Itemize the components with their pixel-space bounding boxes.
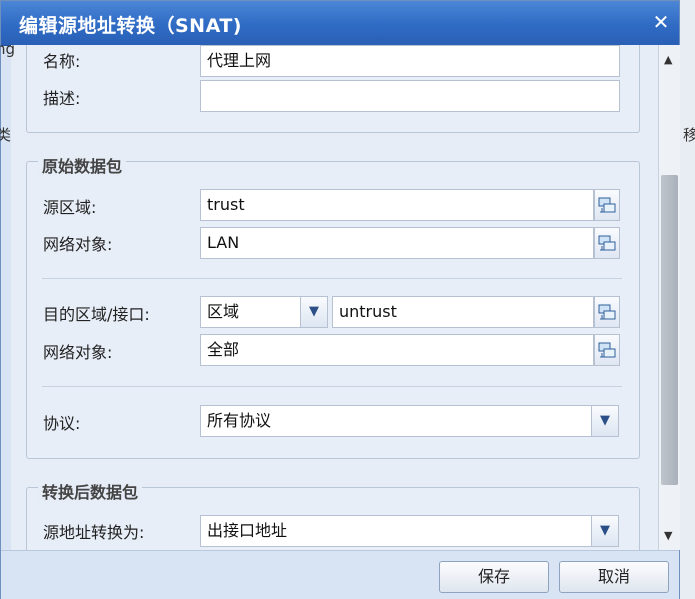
destination-type-select[interactable]: 区域 [200, 296, 302, 328]
scroll-thumb[interactable] [661, 175, 678, 485]
save-button[interactable]: 保存 [439, 561, 549, 593]
chevron-down-icon[interactable]: ▼ [300, 296, 328, 328]
cancel-button[interactable]: 取消 [559, 561, 669, 593]
chevron-down-icon[interactable]: ▼ [591, 405, 619, 437]
name-label: 名称: [43, 52, 81, 71]
description-field[interactable] [200, 80, 620, 112]
network-picker-icon [598, 197, 616, 213]
protocol-select[interactable]: 所有协议 [200, 405, 592, 437]
description-label: 描述: [43, 89, 81, 108]
source-zone-field[interactable]: trust [200, 189, 594, 221]
destination-object-label: 网络对象: [43, 343, 113, 362]
dialog-titlebar[interactable]: 编辑源地址转换（SNAT) ✕ [1, 1, 679, 46]
background-fragment: ng [0, 40, 16, 58]
source-object-label: 网络对象: [43, 235, 113, 254]
dialog-scrollbar[interactable]: ▲ ▼ [658, 45, 680, 550]
source-translate-label: 源地址转换为: [43, 523, 145, 542]
background-fragment: 移 [683, 126, 695, 144]
dialog-title: 编辑源地址转换（SNAT) [19, 15, 242, 37]
destination-object-field[interactable]: 全部 [200, 334, 594, 366]
background-fragment: 类 [0, 126, 12, 144]
source-translate-select[interactable]: 出接口地址 [200, 515, 592, 547]
protocol-label: 协议: [43, 414, 81, 433]
network-picker-icon [598, 235, 616, 251]
network-picker-icon [598, 304, 616, 320]
source-zone-label: 源区域: [43, 198, 97, 217]
close-icon[interactable]: ✕ [649, 10, 673, 34]
dialog-footer: 保存 取消 [1, 550, 679, 599]
scroll-up-icon[interactable]: ▲ [664, 53, 672, 66]
name-field[interactable]: 代理上网 [200, 45, 620, 77]
translated-packet-legend: 转换后数据包 [38, 479, 143, 503]
background-app-right [680, 0, 695, 599]
section-divider [42, 278, 622, 279]
snat-edit-dialog: 编辑源地址转换（SNAT) ✕ 名称: 代理上网 描述: 原始数据包 源区域: … [0, 0, 680, 599]
original-packet-legend: 原始数据包 [38, 153, 127, 177]
section-divider [42, 386, 622, 387]
destination-label: 目的区域/接口: [43, 305, 150, 324]
chevron-down-icon[interactable]: ▼ [591, 515, 619, 547]
source-zone-picker-button[interactable] [594, 189, 620, 221]
dialog-content: 名称: 代理上网 描述: 原始数据包 源区域: trust 网络对象: LAN [11, 45, 659, 550]
source-object-field[interactable]: LAN [200, 227, 594, 259]
scroll-down-icon[interactable]: ▼ [664, 529, 672, 542]
destination-object-picker-button[interactable] [594, 334, 620, 366]
destination-zone-field[interactable]: untrust [332, 296, 594, 328]
network-picker-icon [598, 342, 616, 358]
destination-zone-picker-button[interactable] [594, 296, 620, 328]
source-object-picker-button[interactable] [594, 227, 620, 259]
